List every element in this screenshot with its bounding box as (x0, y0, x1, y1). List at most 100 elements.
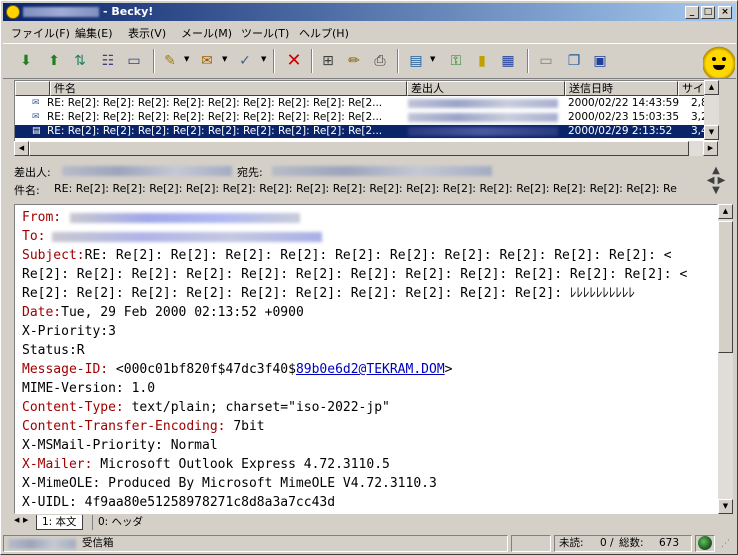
delete-icon[interactable]: ✕ (283, 50, 305, 72)
list-item[interactable]: ✉ RE: Re[2]: Re[2]: Re[2]: Re[2]: Re[2]:… (15, 97, 717, 110)
send-receive-icon[interactable]: ⇅ (69, 50, 91, 72)
list-item-date: 2000/02/23 15:03:35 (568, 111, 680, 123)
online-status-panel[interactable] (695, 535, 715, 552)
menu-mail[interactable]: メール(M) (181, 25, 232, 41)
check-dropdown-icon[interactable]: ▼ (261, 55, 266, 63)
x-mailer-label: X-Mailer: (22, 457, 93, 472)
edit-icon[interactable]: ✏ (343, 50, 365, 72)
close-button[interactable]: × (718, 6, 732, 19)
redacted-account (8, 539, 76, 549)
status-folder: 受信箱 (82, 537, 114, 549)
scroll-thumb[interactable] (718, 221, 733, 353)
filter-icon[interactable]: ⊞ (317, 50, 339, 72)
list-header-subject[interactable]: 件名 (50, 81, 407, 96)
list-item-subject: RE: Re[2]: Re[2]: Re[2]: Re[2]: Re[2]: R… (47, 125, 383, 137)
folder-icon[interactable]: ▤ (405, 50, 427, 72)
content-type-value: text/plain; charset="iso-2022-jp" (131, 400, 390, 415)
scroll-thumb[interactable] (29, 141, 689, 156)
tab-body[interactable]: 1: 本文 (36, 515, 83, 530)
move-arrows-icon[interactable]: ▲ ◀ ▶ ▼ (702, 166, 730, 196)
subject-line-3: Re[2]: Re[2]: Re[2]: Re[2]: Re[2]: Re[2]… (22, 286, 635, 301)
forward-dropdown-icon[interactable]: ▼ (222, 55, 227, 63)
globe-icon (698, 536, 712, 550)
subject-line-1: RE: Re[2]: Re[2]: Re[2]: Re[2]: Re[2]: R… (84, 248, 672, 263)
mime-version-line: MIME-Version: 1.0 (22, 381, 156, 396)
redacted-from (62, 166, 232, 176)
folder-dropdown-icon[interactable]: ▼ (430, 55, 435, 63)
list-horizontal-scrollbar[interactable]: ◀ ▶ (14, 141, 718, 156)
key-icon[interactable]: ⚿ (445, 50, 467, 72)
compose-icon[interactable]: ▭ (123, 50, 145, 72)
list-item-date: 2000/02/29 2:13:52 (568, 125, 673, 137)
view-tabs: ◀ ▶ 1: 本文 0: ヘッダ (14, 515, 733, 531)
becky-app-icon[interactable] (6, 5, 20, 19)
window-icon[interactable]: ❐ (563, 50, 585, 72)
list-item-selected[interactable]: ▤ RE: Re[2]: Re[2]: Re[2]: Re[2]: Re[2]:… (15, 125, 717, 138)
archive-icon[interactable]: ▭ (535, 50, 557, 72)
redacted-sender (408, 113, 558, 122)
subject-field-label: Subject: (22, 248, 85, 263)
print-icon[interactable]: ⎙ (369, 50, 391, 72)
tab-scroll-right-icon[interactable]: ▶ (23, 516, 28, 524)
status-folder-panel: 受信箱 (3, 535, 508, 552)
redacted-account-name (23, 7, 99, 17)
list-header-icons[interactable] (15, 81, 50, 96)
list-header-date[interactable]: 送信日時 (565, 81, 678, 96)
open-mail-icon: ▤ (32, 126, 41, 136)
message-body[interactable]: From: To: Subject:RE: Re[2]: Re[2]: Re[2… (14, 204, 718, 514)
tab-scroll-left-icon[interactable]: ◀ (14, 516, 19, 524)
list-item-subject: RE: Re[2]: Re[2]: Re[2]: Re[2]: Re[2]: R… (47, 111, 383, 123)
note-icon[interactable]: ▮ (471, 50, 493, 72)
menu-file[interactable]: ファイル(F) (11, 25, 70, 41)
menu-view[interactable]: 表示(V) (128, 25, 166, 41)
unread-label: 未読: (559, 537, 584, 549)
check-icon[interactable]: ✓ (234, 50, 256, 72)
scroll-down-icon[interactable]: ▼ (718, 499, 733, 514)
unread-count: 0 (600, 537, 607, 549)
list-item[interactable]: ✉ RE: Re[2]: Re[2]: Re[2]: Re[2]: Re[2]:… (15, 111, 717, 124)
resize-grip-icon[interactable]: ⋰ (721, 539, 730, 549)
scroll-down-icon[interactable]: ▼ (704, 125, 719, 140)
msmail-priority-line: X-MSMail-Priority: Normal (22, 438, 218, 453)
reply-dropdown-icon[interactable]: ▼ (184, 55, 189, 63)
forward-icon[interactable]: ✉ (196, 50, 218, 72)
reply-icon[interactable]: ✎ (159, 50, 181, 72)
address-book-icon[interactable]: ☷ (97, 50, 119, 72)
redacted-from-address (70, 213, 300, 223)
view-icon[interactable]: ▣ (589, 50, 611, 72)
list-item-date: 2000/02/22 14:43:59 (568, 97, 680, 109)
window-title: - Becky! (103, 5, 154, 18)
header-subject-value: RE: Re[2]: Re[2]: Re[2]: Re[2]: Re[2]: R… (54, 182, 677, 195)
list-vertical-scrollbar[interactable]: ▲ ▼ (704, 80, 719, 140)
header-subject-label: 件名: (14, 184, 40, 197)
redacted-to (272, 166, 492, 176)
date-field-label: Date: (22, 305, 62, 320)
minimize-button[interactable]: _ (685, 6, 699, 19)
from-field-label: From: (22, 210, 62, 225)
menu-help[interactable]: ヘルプ(H) (299, 25, 349, 41)
send-icon[interactable]: ⬆ (43, 50, 65, 72)
message-id-link[interactable]: 89b0e6d2@TEKRAM.DOM (296, 362, 445, 377)
memo-icon[interactable]: ▦ (497, 50, 519, 72)
read-mail-icon: ✉ (32, 98, 40, 108)
maximize-button[interactable]: □ (701, 6, 715, 19)
body-vertical-scrollbar[interactable]: ▲ ▼ (718, 204, 733, 514)
subject-line-2: Re[2]: Re[2]: Re[2]: Re[2]: Re[2]: Re[2]… (22, 267, 688, 282)
tab-header[interactable]: 0: ヘッダ (92, 515, 148, 530)
header-to-label: 宛先: (237, 166, 263, 179)
menu-edit[interactable]: 編集(E) (75, 25, 113, 41)
menu-tools[interactable]: ツール(T) (241, 25, 289, 41)
scroll-up-icon[interactable]: ▲ (718, 204, 733, 219)
list-item-subject: RE: Re[2]: Re[2]: Re[2]: Re[2]: Re[2]: R… (47, 97, 383, 109)
scroll-right-icon[interactable]: ▶ (703, 141, 718, 156)
scroll-left-icon[interactable]: ◀ (14, 141, 29, 156)
header-from-label: 差出人: (14, 166, 51, 179)
cte-value: 7bit (233, 419, 265, 434)
x-mailer-value: Microsoft Outlook Express 4.72.3110.5 (100, 457, 390, 472)
list-header-sender[interactable]: 差出人 (407, 81, 565, 96)
status-bar: 受信箱 未読: 0 / 総数: 673 ⋰ (3, 533, 736, 553)
scroll-up-icon[interactable]: ▲ (704, 80, 719, 95)
title-bar[interactable]: - Becky! _ □ × (3, 3, 736, 21)
toolbar: ⬇ ⬆ ⇅ ☷ ▭ ✎ ▼ ✉ ▼ ✓ ▼ ✕ ⊞ ✏ ⎙ ▤ ▼ ⚿ ▮ ▦ … (3, 43, 736, 79)
receive-icon[interactable]: ⬇ (15, 50, 37, 72)
